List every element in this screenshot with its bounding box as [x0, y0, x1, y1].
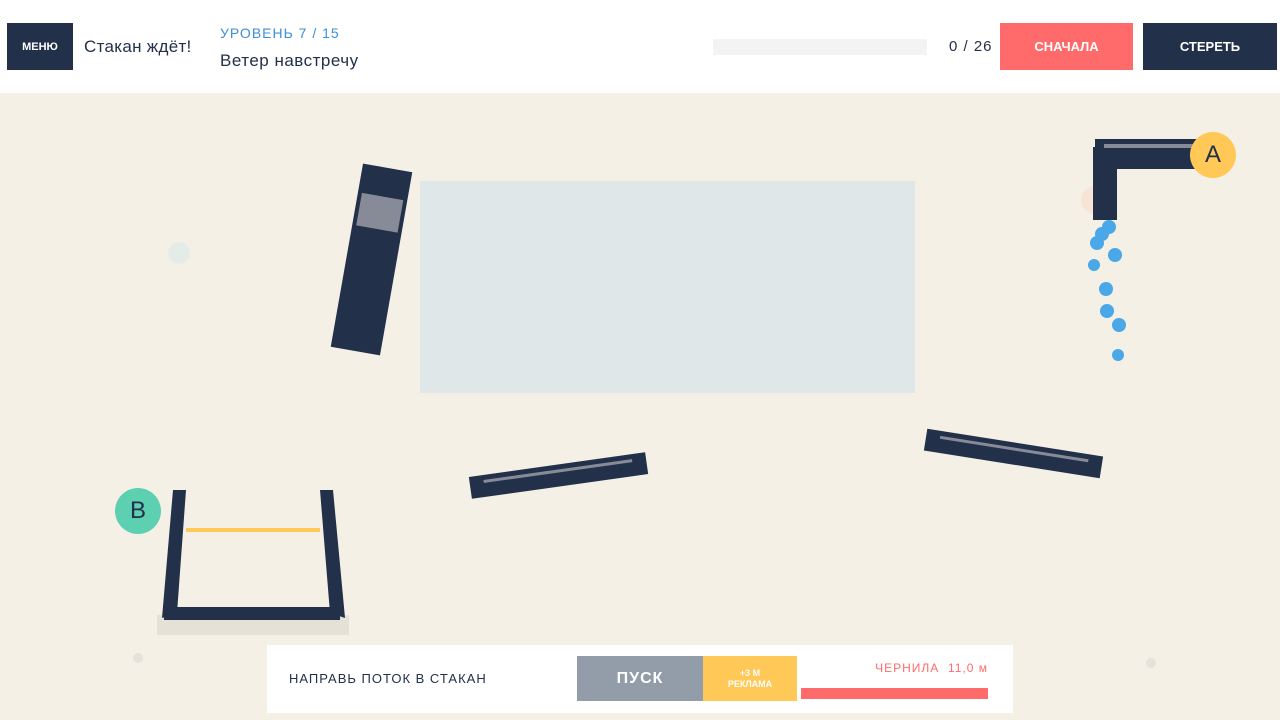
ink-label: ЧЕРНИЛА 11,0 м	[875, 661, 988, 675]
ad-bonus-button[interactable]: +3 М РЕКЛАМА	[703, 656, 797, 701]
ad-bonus-label: РЕКЛАМА	[727, 678, 773, 689]
target-cup	[157, 490, 349, 635]
play-button[interactable]: ПУСК	[577, 656, 703, 701]
ink-meter-fill	[801, 688, 988, 699]
bottom-bar: НАПРАВЬ ПОТОК В СТАКАН ПУСК +3 М РЕКЛАМА…	[267, 645, 1013, 713]
decor-dot	[133, 653, 143, 663]
decor-dot	[168, 242, 190, 264]
hint-text: НАПРАВЬ ПОТОК В СТАКАН	[289, 671, 487, 686]
cup-fill-line	[186, 528, 320, 532]
platform-middle	[468, 452, 649, 499]
decor-dot	[1146, 658, 1156, 668]
no-draw-zone	[420, 181, 915, 393]
ad-bonus-amount: +3 М	[739, 667, 761, 678]
source-pipe	[1093, 139, 1205, 220]
target-point-badge: B	[115, 488, 161, 534]
ink-meter	[801, 688, 988, 699]
wall-obstacle	[330, 163, 413, 356]
water-stream	[1088, 220, 1126, 361]
game-canvas[interactable]	[0, 0, 1280, 720]
platform-right	[923, 428, 1104, 479]
source-point-badge: A	[1190, 132, 1236, 178]
